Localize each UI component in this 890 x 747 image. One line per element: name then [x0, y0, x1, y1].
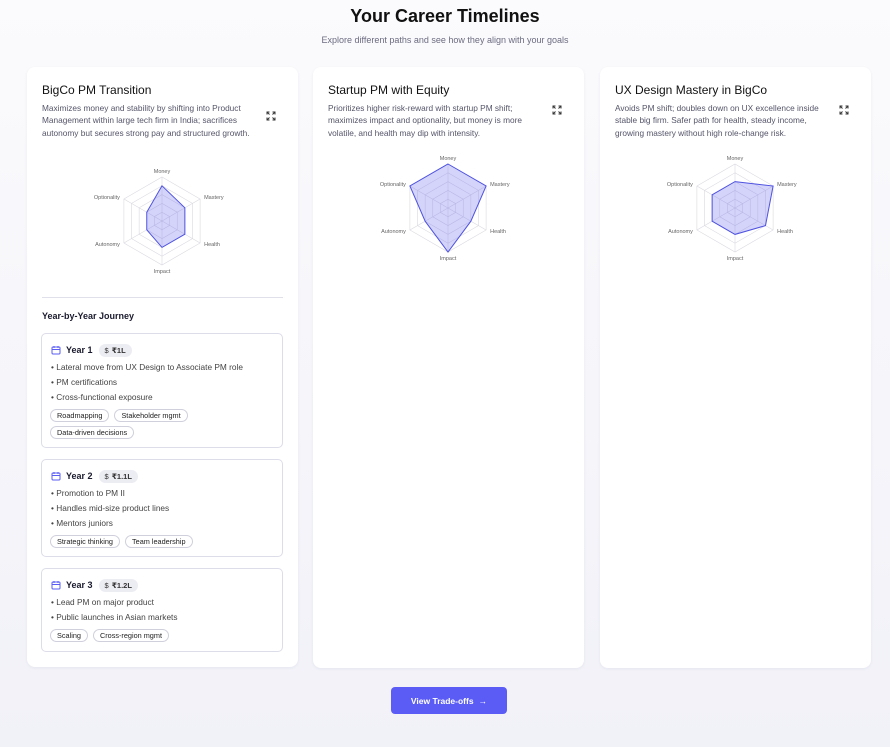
card-title: UX Design Mastery in BigCo	[615, 83, 768, 97]
radar-axis-label: Optionality	[667, 182, 693, 188]
radar-axis-label: Optionality	[94, 195, 120, 201]
year-card-3: Year 3 $ ₹1.2L • Lead PM on major product…	[41, 568, 283, 652]
dollar-icon: $	[104, 471, 109, 481]
salary-badge: $ ₹1L	[98, 343, 132, 357]
radar-axis-label: Mastery	[204, 195, 224, 201]
radar-chart: Money Mastery Health Impact Autonomy Optional…	[94, 169, 224, 275]
skill-tag: Strategic thinking	[50, 535, 120, 548]
year-label: Year 1	[66, 345, 93, 355]
radar-axis-label: Impact	[154, 269, 171, 275]
milestone-item: • Mentors juniors	[51, 518, 113, 528]
calendar-icon	[51, 472, 61, 481]
divider	[42, 297, 283, 298]
salary-badge: $ ₹1.1L	[98, 469, 138, 483]
radar-data-area	[711, 181, 774, 235]
radar-axis-label: Optionality	[380, 182, 406, 188]
milestone-item: • Handles mid-size product lines	[51, 503, 170, 513]
timeline-card-ux-mastery: UX Design Mastery in BigCo Avoids PM shi…	[600, 67, 871, 668]
year-label: Year 2	[66, 471, 93, 481]
timeline-card-bigco-pm: BigCo PM Transition Maximizes money and …	[27, 67, 298, 667]
calendar-icon	[51, 346, 61, 355]
radar-axis-label: Mastery	[490, 182, 510, 188]
radar-data-area	[409, 163, 487, 253]
skill-tag: Team leadership	[124, 535, 193, 548]
calendar-icon	[51, 581, 61, 590]
salary-badge: $ ₹1.2L	[98, 578, 138, 592]
radar-data-area	[146, 184, 186, 249]
milestone-item: • Cross-functional exposure	[51, 392, 153, 402]
year-card-2: Year 2 $ ₹1.1L • Promotion to PM II • Han…	[41, 459, 283, 557]
radar-chart: Money Mastery Health Impact Autonomy Optional…	[667, 156, 797, 262]
radar-axis-label: Mastery	[777, 182, 797, 188]
radar-axis-label: Autonomy	[668, 229, 693, 235]
radar-axis-label: Autonomy	[381, 229, 406, 235]
radar-axis-label: Impact	[440, 256, 457, 262]
timeline-card-startup-pm: Startup PM with Equity Prioritizes highe…	[313, 67, 584, 668]
arrow-right-icon: →	[478, 695, 488, 706]
journey-heading: Year-by-Year Journey	[42, 311, 135, 321]
page-subtitle: Explore different paths and see how they…	[321, 35, 569, 45]
cta-label: View Trade-offs	[410, 695, 474, 706]
view-tradeoffs-button[interactable]: View Trade-offs →	[391, 687, 507, 714]
radar-axis-label: Impact	[727, 256, 744, 262]
year-label: Year 3	[66, 580, 93, 590]
expand-icon[interactable]	[839, 105, 849, 115]
card-title: Startup PM with Equity	[328, 83, 450, 97]
skill-tag: Roadmapping	[50, 409, 110, 422]
skill-tag: Cross-region mgmt	[92, 629, 169, 642]
radar-axis-label: Money	[154, 169, 171, 175]
milestone-item: • PM certifications	[51, 377, 118, 387]
year-card-1: Year 1 $ ₹1L • Lateral move from UX Desig…	[41, 333, 283, 448]
milestone-item: • Lateral move from UX Design to Associa…	[51, 362, 243, 372]
dollar-icon: $	[104, 580, 109, 590]
skill-tag: Stakeholder mgmt	[114, 409, 188, 422]
milestone-item: • Lead PM on major product	[51, 597, 154, 607]
radar-chart: Money Mastery Health Impact Autonomy Optional…	[380, 156, 510, 262]
salary-value: ₹1L	[111, 345, 126, 355]
milestone-item: • Public launches in Asian markets	[51, 612, 178, 622]
dollar-icon: $	[104, 345, 109, 355]
page-title: Your Career Timelines	[350, 6, 540, 26]
skill-tag: Data-driven decisions	[50, 426, 135, 439]
radar-axis-label: Health	[777, 229, 793, 235]
salary-value: ₹1.1L	[111, 471, 132, 481]
card-description: Avoids PM shift; doubles down on UX exce…	[615, 103, 819, 138]
salary-value: ₹1.2L	[111, 580, 132, 590]
skill-tag: Scaling	[50, 629, 88, 642]
card-description: Prioritizes higher risk-reward with star…	[328, 103, 522, 138]
expand-icon[interactable]	[266, 111, 276, 121]
expand-icon[interactable]	[552, 105, 562, 115]
milestone-item: • Promotion to PM II	[51, 488, 125, 498]
card-description: Maximizes money and stability by shiftin…	[42, 103, 250, 138]
radar-axis-label: Money	[727, 156, 744, 162]
radar-axis-label: Money	[440, 156, 457, 162]
card-title: BigCo PM Transition	[42, 83, 152, 97]
radar-axis-label: Health	[490, 229, 506, 235]
radar-axis-label: Health	[204, 242, 220, 248]
radar-axis-label: Autonomy	[95, 242, 120, 248]
